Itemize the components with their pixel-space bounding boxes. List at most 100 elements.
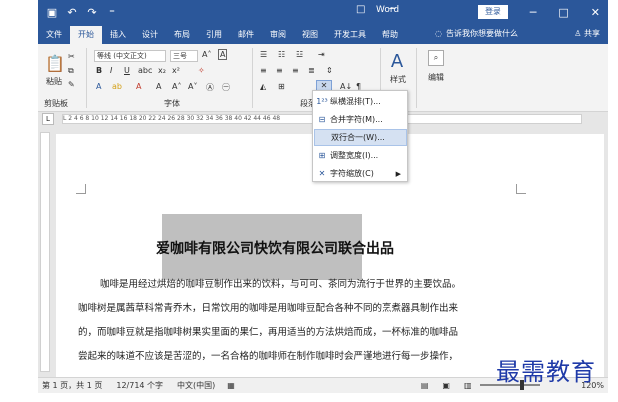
subscript-icon[interactable]: x₂ [158, 66, 166, 75]
margin-corner [516, 184, 526, 194]
paragraph-line[interactable]: 的，而咖啡豆就是指咖啡树果实里面的果仁，再用适当的方法烘焙而成，一杯标准的咖啡品 [78, 324, 458, 338]
print-layout-icon[interactable]: ▣ [442, 381, 450, 390]
tab-view[interactable]: 视图 [294, 26, 326, 44]
paragraph-line[interactable]: 咖啡树是属茜草科常青乔木，日常饮用的咖啡是用咖啡豆配合各种不同的烹煮器具制作出来 [78, 300, 458, 314]
tell-me-text: 告诉我你想要做什么 [445, 29, 518, 38]
highlight-icon[interactable]: ab [112, 82, 122, 91]
char-shading-icon[interactable]: A [156, 82, 161, 91]
tab-file[interactable]: 文件 [38, 26, 70, 44]
underline-button[interactable]: U [124, 66, 130, 75]
document-title: Word [376, 5, 400, 15]
font-size-select[interactable]: 三号 [170, 50, 198, 62]
paragraph-line[interactable]: 咖啡是用经过烘焙的咖啡豆制作出来的饮料，与可可、茶同为流行于世界的主要饮品。 [100, 276, 461, 290]
menu-item-label: 合并字符(M)... [330, 115, 383, 124]
menu-item-char-scale[interactable]: ✕ 字符缩放(C) ▶ [314, 165, 407, 182]
lightbulb-icon: ◌ [435, 29, 442, 38]
align-right-icon[interactable]: ≡ [292, 66, 299, 75]
web-layout-icon[interactable]: ▥ [464, 381, 472, 390]
window-icon[interactable]: □ [356, 4, 365, 15]
close-icon[interactable]: ✕ [591, 6, 600, 19]
char-scale-icon: ✕ [318, 169, 326, 178]
shrink-icon[interactable]: A˅ [188, 82, 197, 91]
text-effects-icon[interactable]: A [96, 82, 101, 91]
maximize-icon[interactable]: □ [558, 6, 568, 19]
copy-icon[interactable]: ⧉ [68, 66, 74, 76]
char-border-icon[interactable]: A [218, 49, 228, 60]
tab-layout[interactable]: 布局 [166, 26, 198, 44]
phonetic-guide-icon[interactable]: Ⓐ [206, 82, 214, 93]
multilevel-icon[interactable]: ☳ [296, 50, 303, 59]
heading-rest-text: 联合出品 [338, 241, 394, 257]
tab-help[interactable]: 帮助 [374, 26, 406, 44]
watermark-text: 最需教育 [496, 358, 596, 386]
borders-icon[interactable]: ⊞ [278, 82, 285, 91]
paste-icon[interactable]: 📋 [44, 50, 66, 76]
paragraph-line[interactable]: 尝起来的味道不应该是苦涩的，一名合格的咖啡师在制作咖啡时会严谨地进行每一步操作， [78, 348, 458, 362]
window-controls: ⊡ ─ □ ✕ [499, 0, 600, 24]
cut-icon[interactable]: ✂ [68, 52, 75, 61]
heading-selected-text: 爱咖啡有限公司快饮有限公司 [156, 241, 338, 257]
read-mode-icon[interactable]: ▤ [421, 381, 429, 390]
grow-font-icon[interactable]: A˄ [202, 50, 211, 59]
undo-icon[interactable]: ↶ [64, 4, 80, 20]
menu-item-label: 字符缩放(C) [330, 169, 374, 178]
language-indicator[interactable]: 中文(中国) [177, 380, 215, 391]
page-count[interactable]: 第 1 页，共 1 页 [42, 380, 102, 391]
find-icon[interactable]: ⌕ [428, 50, 444, 66]
menu-item-combine-chars[interactable]: ⊟ 合并字符(M)... [314, 111, 407, 128]
paste-label: 粘贴 [46, 77, 62, 86]
styles-label: 样式 [390, 75, 406, 84]
tab-mailings[interactable]: 邮件 [230, 26, 262, 44]
line-spacing-icon[interactable]: ⇕ [326, 66, 333, 75]
minimize-icon[interactable]: ─ [530, 6, 537, 19]
indent-icon[interactable]: ⇥ [318, 50, 325, 59]
font-name-select[interactable]: 等线 (中文正文) [94, 50, 166, 62]
vertical-horizontal-icon: 1²³ [316, 97, 328, 106]
tell-me-box[interactable]: ◌ 告诉我你想要做什么 [435, 28, 518, 39]
redo-icon[interactable]: ↷ [84, 4, 100, 20]
save-icon[interactable]: ▣ [44, 4, 60, 20]
ribbon-display-icon[interactable]: ⊡ [499, 6, 508, 19]
separator [416, 48, 417, 108]
align-center-icon[interactable]: ≡ [276, 66, 283, 75]
align-left-icon[interactable]: ≡ [260, 66, 267, 75]
enclose-char-icon[interactable]: ㊀ [222, 82, 230, 93]
font-color-icon[interactable]: A [136, 82, 141, 91]
numbering-icon[interactable]: ☷ [278, 50, 285, 59]
share-button[interactable]: ♙ 共享 [574, 28, 600, 39]
tab-insert[interactable]: 插入 [102, 26, 134, 44]
styles-icon[interactable]: A [386, 50, 408, 72]
menu-item-two-lines-in-one[interactable]: 双行合一(W)... [314, 129, 407, 146]
clear-format-icon[interactable]: ✧ [198, 66, 205, 75]
title-bar: ▣ ↶ ↷ ⁼ □ ─ Word 登录 ⊡ ─ □ ✕ [38, 0, 608, 24]
menu-item-adjust-width[interactable]: ⊞ 调整宽度(I)... [314, 147, 407, 164]
tab-design[interactable]: 设计 [134, 26, 166, 44]
clipboard-group-label: 剪贴板 [44, 99, 68, 108]
tab-selector[interactable]: L [42, 113, 54, 125]
margin-corner [76, 184, 86, 194]
tab-home[interactable]: 开始 [70, 26, 102, 44]
tab-review[interactable]: 审阅 [262, 26, 294, 44]
superscript-icon[interactable]: x² [172, 66, 180, 75]
combine-chars-icon: ⊟ [318, 115, 326, 124]
ribbon-tabs: 文件 开始 插入 设计 布局 引用 邮件 审阅 视图 开发工具 帮助 ◌ 告诉我… [38, 24, 608, 44]
word-count[interactable]: 12/714 个字 [116, 380, 163, 391]
macro-icon[interactable]: ▦ [227, 381, 235, 390]
justify-icon[interactable]: ≣ [308, 66, 315, 75]
vertical-ruler[interactable] [40, 132, 50, 372]
grow-icon[interactable]: A˄ [172, 82, 181, 91]
customize-icon[interactable]: ⁼ [104, 4, 120, 20]
strikethrough-icon[interactable]: abc [138, 66, 152, 75]
format-painter-icon[interactable]: ✎ [68, 80, 75, 89]
italic-button[interactable]: I [110, 66, 112, 75]
bold-button[interactable]: B [96, 66, 102, 75]
document-heading[interactable]: 爱咖啡有限公司快饮有限公司联合出品 [156, 238, 394, 258]
menu-item-vertical-horizontal[interactable]: 1²³ 纵横混排(T)... [314, 93, 407, 110]
menu-item-label: 双行合一(W)... [331, 133, 385, 142]
tab-developer[interactable]: 开发工具 [326, 26, 374, 44]
shading-icon[interactable]: ◭ [260, 82, 266, 91]
user-icon: ♙ [574, 29, 582, 38]
asian-layout-menu: 1²³ 纵横混排(T)... ⊟ 合并字符(M)... 双行合一(W)... ⊞… [312, 90, 408, 182]
tab-references[interactable]: 引用 [198, 26, 230, 44]
bullets-icon[interactable]: ☰ [260, 50, 267, 59]
